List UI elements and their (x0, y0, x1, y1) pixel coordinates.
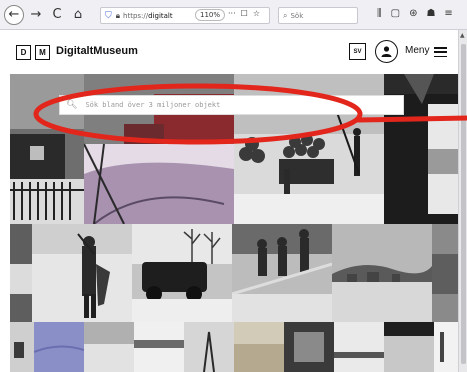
account-icon[interactable]: ⊛ (409, 8, 417, 19)
mosaic-photo[interactable] (84, 322, 134, 372)
user-icon (381, 46, 392, 57)
home-icon: ⌂ (73, 7, 83, 22)
mosaic-photo[interactable] (432, 224, 458, 322)
zoom-level-badge[interactable]: 110% (195, 9, 226, 21)
language-button[interactable]: SV (349, 43, 366, 60)
url-text: https://digitalt (123, 11, 173, 20)
mosaic-photo[interactable] (232, 224, 332, 322)
mosaic-photo[interactable] (334, 322, 384, 372)
pocket-icon[interactable]: ☐ (241, 9, 248, 18)
photo-mosaic (10, 74, 458, 372)
mosaic-photo[interactable] (10, 224, 32, 322)
browser-toolbar: ← → C ⌂ ⛉ 🔒︎ https://digitalt 110% ··· ☐… (0, 0, 467, 30)
site-name[interactable]: DigitaltMuseum (56, 45, 138, 57)
mosaic-photo[interactable] (10, 322, 34, 372)
hamburger-menu-icon[interactable] (434, 47, 447, 57)
forward-arrow-icon: → (30, 7, 42, 22)
browser-search-placeholder: Sök (290, 11, 304, 20)
site-header: D M DigitaltMuseum SV Meny (0, 30, 458, 74)
app-menu-icon[interactable]: ≡ (444, 8, 452, 19)
search-icon: ⌕ (283, 10, 288, 20)
mosaic-photo[interactable] (134, 322, 184, 372)
sidebar-icon[interactable]: ▢ (391, 8, 400, 19)
mosaic-photo[interactable] (34, 322, 84, 372)
logo-letter-m[interactable]: M (35, 45, 50, 60)
scroll-up-arrow-icon[interactable]: ▲ (460, 32, 465, 39)
collection-search-box[interactable]: 🔍︎ (59, 95, 404, 115)
menu-label[interactable]: Meny (405, 45, 429, 56)
reload-icon: C (52, 7, 62, 22)
scrollbar-thumb[interactable] (461, 44, 466, 364)
collection-search-input[interactable] (85, 101, 386, 109)
search-icon: 🔍︎ (66, 100, 78, 110)
home-button[interactable]: ⌂ (69, 6, 87, 24)
mosaic-photo[interactable] (434, 322, 458, 372)
forward-button[interactable]: → (27, 6, 45, 24)
extension-icon[interactable]: ☗ (426, 8, 435, 19)
page-actions-icon[interactable]: ··· (228, 9, 236, 18)
page-scrollbar[interactable]: ▲ (458, 30, 467, 372)
lock-icon[interactable]: 🔒︎ (116, 11, 120, 21)
reload-button[interactable]: C (48, 6, 66, 24)
back-arrow-icon: ← (8, 7, 20, 22)
browser-search-field[interactable]: ⌕ Sök (278, 7, 358, 24)
library-icon[interactable]: ⫼ (377, 8, 382, 19)
mosaic-photo[interactable] (132, 224, 232, 322)
mosaic-photo[interactable] (332, 224, 432, 322)
mosaic-photo[interactable] (234, 322, 284, 372)
logo-letter-d[interactable]: D (16, 45, 31, 60)
mosaic-photo[interactable] (184, 322, 234, 372)
mosaic-photo[interactable] (284, 322, 334, 372)
bookmark-star-icon[interactable]: ☆ (253, 9, 260, 18)
back-button[interactable]: ← (4, 4, 24, 25)
mosaic-photo[interactable] (32, 224, 132, 322)
mosaic-photo[interactable] (384, 322, 434, 372)
shield-icon[interactable]: ⛉ (105, 11, 112, 21)
user-button[interactable] (375, 40, 398, 63)
